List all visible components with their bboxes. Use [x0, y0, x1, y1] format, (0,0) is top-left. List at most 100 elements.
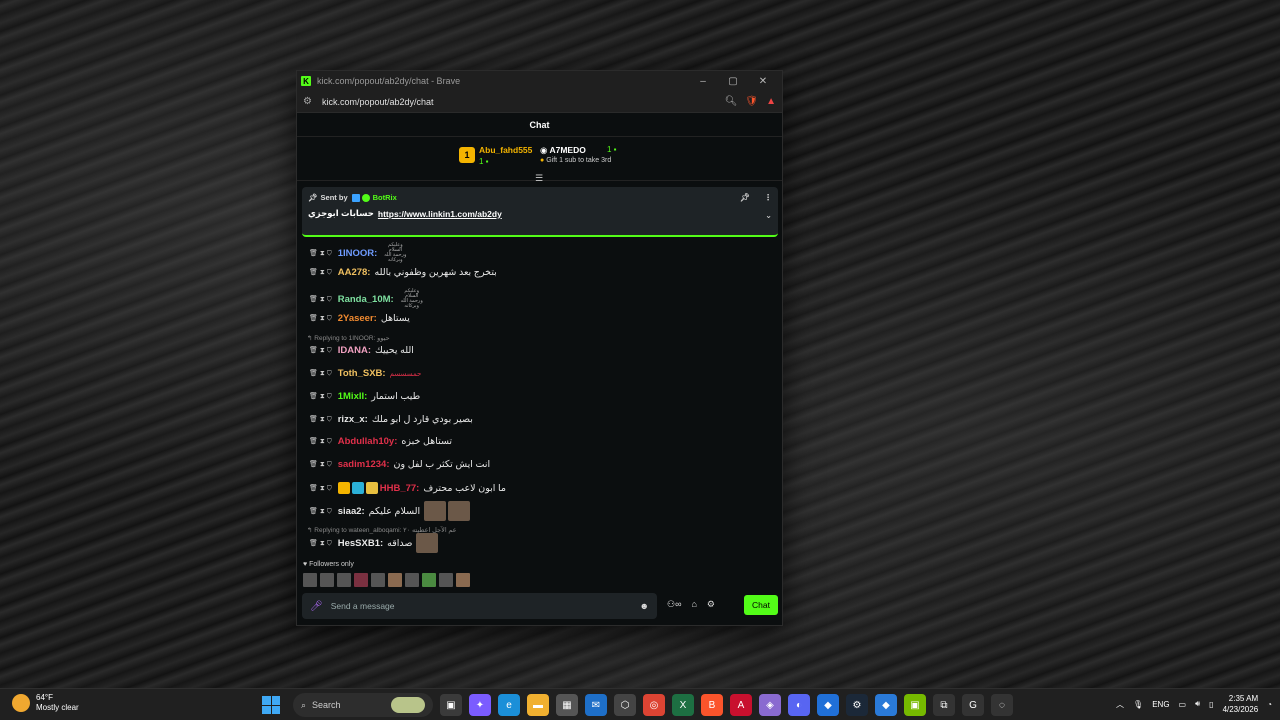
message-input[interactable] — [330, 601, 640, 611]
mod-tools-icon[interactable]: 🗑 ⧗ ⛉ — [309, 437, 332, 446]
username[interactable]: IDANA: — [338, 345, 371, 356]
quick-emote[interactable] — [405, 573, 419, 587]
app-icon[interactable]: ◈ — [759, 694, 781, 716]
pinned-link[interactable]: https://www.linkin1.com/ab2dy — [378, 209, 502, 219]
mod-tools-icon[interactable]: 🗑 ⧗ ⛉ — [309, 392, 332, 401]
mod-tools-icon[interactable]: 🗑 ⧗ ⛉ — [309, 295, 332, 304]
quick-emote[interactable] — [439, 573, 453, 587]
quick-emote[interactable] — [320, 573, 334, 587]
collapse-icon[interactable]: ☰ — [535, 173, 543, 184]
brave-shields-icon[interactable]: 🛡 — [745, 96, 758, 107]
steam-icon[interactable]: ⚙ — [846, 694, 868, 716]
mod-tools-icon[interactable]: 🗑 ⧗ ⛉ — [309, 346, 332, 355]
zoom-icon[interactable]: 🔍︎ — [725, 96, 738, 107]
mod-tools-icon[interactable]: 🗑 ⧗ ⛉ — [309, 539, 332, 548]
gift-cta[interactable]: ● Gift 1 sub to take 3rd — [540, 157, 611, 164]
volume-icon[interactable]: 🔊︎ — [1195, 699, 1200, 709]
sub-badge-icon — [351, 482, 364, 494]
nvidia-icon[interactable]: ▣ — [904, 694, 926, 716]
weather-widget[interactable]: 64°F Mostly clear — [12, 693, 79, 713]
language-indicator[interactable]: ENG — [1152, 700, 1169, 709]
file-explorer-icon[interactable]: ▬ — [527, 694, 549, 716]
send-chat-button[interactable]: Chat — [744, 595, 778, 615]
quick-emote[interactable] — [371, 573, 385, 587]
mod-tools-icon[interactable]: 🗑 ⧗ ⛉ — [309, 484, 332, 493]
app-icon[interactable]: ◆ — [817, 694, 839, 716]
taskbar-search[interactable]: ⌕ Search — [293, 693, 433, 717]
edge-icon[interactable]: e — [498, 694, 520, 716]
chevron-down-icon[interactable]: ⌄ — [765, 211, 772, 220]
quick-emote[interactable] — [422, 573, 436, 587]
username[interactable]: 1INOOR: — [338, 248, 378, 259]
minimize-button[interactable]: – — [688, 76, 718, 87]
microphone-tray-icon[interactable]: 🎙︎ — [1133, 700, 1143, 709]
bot-name[interactable]: BotRix — [373, 193, 397, 202]
quick-emote[interactable] — [337, 573, 351, 587]
leader-second-name[interactable]: ◉ A7MEDO — [540, 145, 586, 156]
chat-message: 🗑 ⧗ ⛉ HesSXB1: صداقه — [309, 533, 440, 553]
username[interactable]: sadim1234: — [338, 459, 390, 470]
quick-emote[interactable] — [388, 573, 402, 587]
username[interactable]: Abdullah10y: — [338, 436, 398, 447]
users-infinity-icon[interactable]: ⚇∞ — [667, 599, 681, 610]
adobe-icon[interactable]: A — [730, 694, 752, 716]
mod-tools-icon[interactable]: 🗑 ⧗ ⛉ — [309, 415, 332, 424]
excel-icon[interactable]: X — [672, 694, 694, 716]
close-button[interactable]: ✕ — [748, 76, 778, 87]
mod-tools-icon[interactable]: 🗑 ⧗ ⛉ — [309, 314, 332, 323]
mod-tools-icon[interactable]: 🗑 ⧗ ⛉ — [309, 249, 332, 258]
username[interactable]: 2Yaseer: — [338, 313, 377, 324]
weather-condition: Mostly clear — [36, 703, 79, 712]
quick-emote[interactable] — [456, 573, 470, 587]
chat-message: 🗑 ⧗ ⛉ Toth_SXB: حمسسسم — [309, 368, 421, 379]
app-icon[interactable]: ◆ — [875, 694, 897, 716]
username[interactable]: Toth_SXB: — [338, 368, 386, 379]
mod-tools-icon[interactable]: 🗑 ⧗ ⛉ — [309, 507, 332, 516]
maximize-button[interactable]: ▢ — [718, 76, 748, 87]
more-options-icon[interactable]: ⋮ — [764, 193, 772, 202]
mod-tools-icon[interactable]: 🗑 ⧗ ⛉ — [309, 460, 332, 469]
emoji-picker-icon[interactable]: ☻ — [640, 601, 649, 611]
username[interactable]: HesSXB1: — [338, 538, 383, 549]
reply-context[interactable]: ↰ Replying to 1INOOR: حيوو — [307, 334, 390, 342]
username[interactable]: HHB_77: — [380, 483, 420, 494]
brave-icon[interactable]: B — [701, 694, 723, 716]
discord-icon[interactable]: ◐ — [788, 694, 810, 716]
leader-first-name[interactable]: Abu_fahd555 — [479, 145, 532, 155]
url-field[interactable]: kick.com/popout/ab2dy/chat — [322, 97, 717, 107]
username[interactable]: rizx_x: — [338, 414, 368, 425]
username[interactable]: Randa_10M: — [338, 294, 394, 305]
microphone-icon[interactable]: 🎤︎ — [310, 601, 323, 612]
windows-start-icon[interactable] — [262, 696, 280, 714]
app-icon[interactable]: ⧉ — [933, 694, 955, 716]
username[interactable]: AA278: — [338, 267, 371, 278]
mail-icon[interactable]: ✉ — [585, 694, 607, 716]
clock[interactable]: 2:35 AM 4/23/2026 — [1223, 693, 1259, 715]
settings-gear-icon[interactable]: ⚙ — [707, 599, 715, 610]
username[interactable]: 1MixII: — [338, 391, 368, 402]
copilot-icon[interactable]: ✦ — [469, 694, 491, 716]
notifications-icon[interactable]: ◔ — [1267, 700, 1272, 709]
message-text: السلام عليكم — [368, 505, 421, 517]
tray-overflow-icon[interactable]: ︿ — [1116, 699, 1124, 710]
site-settings-icon[interactable]: ⚙ — [303, 96, 312, 107]
verified-icon — [361, 193, 370, 202]
store-icon[interactable]: ⌂ — [691, 599, 696, 610]
chat-messages: 🗑 ⧗ ⛉ 1INOOR: وعليكم السلام ورحمة الله و… — [297, 239, 784, 720]
task-view-icon[interactable]: ▣ — [440, 694, 462, 716]
app-icon[interactable]: ⬡ — [614, 694, 636, 716]
quick-emote[interactable] — [354, 573, 368, 587]
app-icon[interactable]: G — [962, 694, 984, 716]
username[interactable]: siaa2: — [338, 506, 365, 517]
store-icon[interactable]: ▦ — [556, 694, 578, 716]
battery-icon[interactable]: ▯ — [1209, 700, 1213, 709]
brave-rewards-icon[interactable]: ▲ — [766, 96, 776, 107]
unpin-icon[interactable]: 📌︎ — [740, 193, 750, 202]
mod-tools-icon[interactable]: 🗑 ⧗ ⛉ — [309, 369, 332, 378]
quick-emote[interactable] — [303, 573, 317, 587]
chrome-icon[interactable]: ◎ — [643, 694, 665, 716]
mod-tools-icon[interactable]: 🗑 ⧗ ⛉ — [309, 268, 332, 277]
weather-moon-icon — [12, 694, 30, 712]
app-icon[interactable]: ◌ — [991, 694, 1013, 716]
network-icon[interactable]: ▭ — [1179, 700, 1187, 709]
